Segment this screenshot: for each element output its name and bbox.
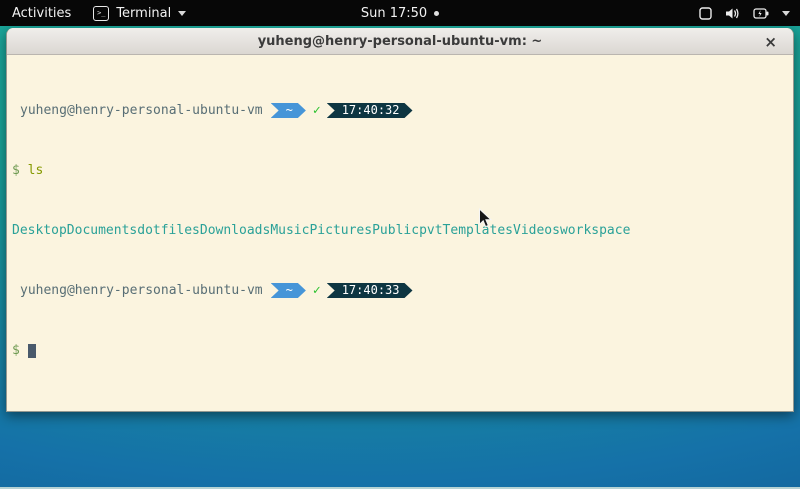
- prompt-symbol: $: [12, 163, 20, 178]
- directory-name: Documents: [67, 223, 137, 238]
- command-text: ls: [28, 163, 44, 178]
- window-title: yuheng@henry-personal-ubuntu-vm: ~: [258, 34, 543, 49]
- terminal-icon: >_: [93, 6, 109, 21]
- command-line-current[interactable]: $: [12, 343, 788, 358]
- prompt-cwd-segment: ~: [271, 283, 306, 298]
- mouse-cursor: [478, 208, 493, 229]
- directory-name: workspace: [560, 223, 630, 238]
- prompt-line: yuheng@henry-personal-ubuntu-vm ~ ✓ 17:40:3…: [12, 103, 788, 118]
- prompt-cwd-segment: ~: [271, 103, 306, 118]
- command-line: $ ls: [12, 163, 788, 178]
- app-menu-terminal[interactable]: >_ Terminal: [83, 0, 196, 26]
- ls-output-line: Desktop Documents dotfiles Downloads Mus…: [12, 223, 788, 238]
- chevron-down-icon: [782, 11, 790, 16]
- prompt-line: yuheng@henry-personal-ubuntu-vm ~ ✓ 17:40:3…: [12, 283, 788, 298]
- terminal-content[interactable]: yuheng@henry-personal-ubuntu-vm ~ ✓ 17:40:3…: [7, 55, 793, 411]
- screen-icon: [699, 7, 712, 20]
- volume-icon: [725, 7, 740, 20]
- directory-name: Music: [270, 223, 309, 238]
- text-cursor: [28, 344, 36, 358]
- prompt-user-host: yuheng@henry-personal-ubuntu-vm: [20, 103, 263, 118]
- notification-dot-icon: [434, 11, 439, 16]
- directory-name: Videos: [513, 223, 560, 238]
- top-bar: Activities >_ Terminal Sun 17:50: [0, 0, 800, 26]
- prompt-status-check: ✓: [313, 103, 321, 118]
- battery-charging-icon: [753, 7, 769, 20]
- prompt-user-host: yuheng@henry-personal-ubuntu-vm: [20, 283, 263, 298]
- directory-name: dotfiles: [137, 223, 200, 238]
- prompt-time-segment: 17:40:33: [327, 283, 413, 298]
- terminal-window: yuheng@henry-personal-ubuntu-vm: ~ × yuh…: [6, 28, 794, 412]
- directory-name: Pictures: [309, 223, 372, 238]
- prompt-time-segment: 17:40:32: [327, 103, 413, 118]
- clock[interactable]: Sun 17:50: [361, 6, 427, 21]
- directory-name: Public: [372, 223, 419, 238]
- close-button[interactable]: ×: [760, 28, 781, 55]
- directory-name: Desktop: [12, 223, 67, 238]
- prompt-symbol: $: [12, 343, 20, 358]
- directory-name: Downloads: [200, 223, 270, 238]
- app-menu-label: Terminal: [116, 6, 171, 21]
- system-status-area[interactable]: [699, 0, 800, 26]
- activities-button[interactable]: Activities: [0, 0, 83, 26]
- window-titlebar[interactable]: yuheng@henry-personal-ubuntu-vm: ~ ×: [7, 28, 793, 55]
- prompt-status-check: ✓: [313, 283, 321, 298]
- chevron-down-icon: [178, 11, 186, 16]
- directory-name: pvt: [419, 223, 442, 238]
